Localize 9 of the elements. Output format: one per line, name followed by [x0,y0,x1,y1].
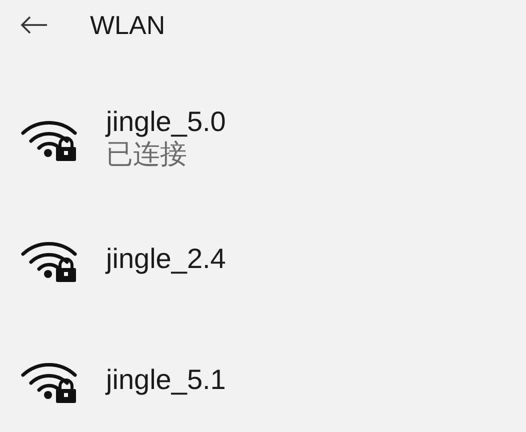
page-title: WLAN [90,10,166,40]
network-item[interactable]: jingle_2.4 [0,221,526,296]
network-name: jingle_5.1 [106,362,226,396]
network-name: jingle_5.0 [106,104,226,138]
network-item[interactable]: jingle_5.0 已连接 [0,100,526,175]
back-arrow-icon[interactable] [20,15,48,35]
network-name: jingle_2.4 [106,242,226,276]
network-item[interactable]: jingle_5.1 [0,342,526,417]
connection-status: 已连接 [106,138,188,170]
